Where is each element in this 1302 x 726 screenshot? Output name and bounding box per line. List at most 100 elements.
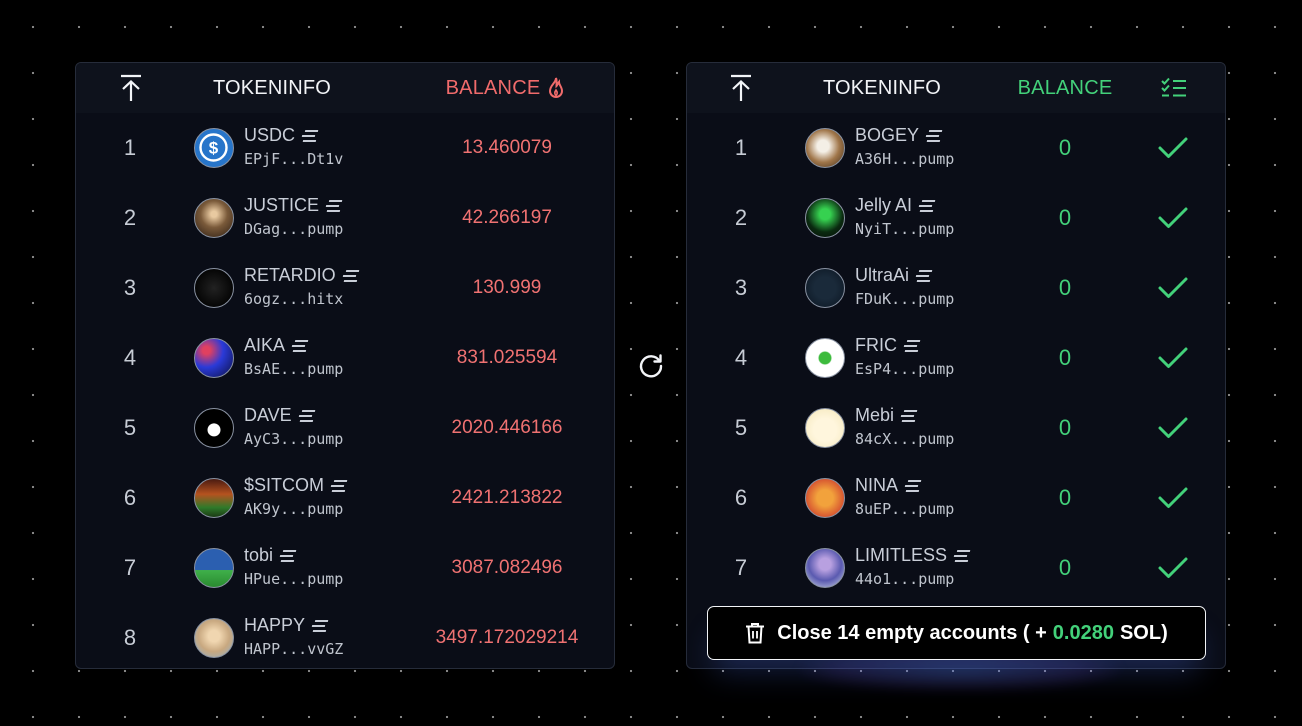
select-checkbox[interactable] — [1157, 133, 1189, 163]
token-balance: 130.999 — [472, 277, 542, 298]
token-address[interactable]: NyiT...pump — [855, 220, 954, 238]
token-name: BOGEY — [855, 125, 943, 146]
token-name-label: USDC — [244, 125, 296, 145]
token-address[interactable]: A36H...pump — [855, 150, 954, 168]
token-address[interactable]: AyC3...pump — [244, 430, 343, 448]
token-address[interactable]: 6ogz...hitx — [244, 290, 343, 308]
token-balance: 831.025594 — [456, 347, 558, 368]
token-avatar — [805, 408, 845, 448]
select-checkbox[interactable] — [1157, 343, 1189, 373]
token-avatar — [805, 198, 845, 238]
token-row[interactable]: 7 LIMITLESS 44o1...pump 0 — [687, 533, 1225, 603]
rank-number: 6 — [734, 485, 748, 510]
token-row[interactable]: 5 DAVE AyC3...pump 2020.446166 — [76, 393, 614, 463]
select-checkbox[interactable] — [1157, 553, 1189, 583]
solana-icon — [924, 129, 943, 142]
refresh-button[interactable] — [636, 351, 666, 381]
check-icon — [1158, 557, 1188, 578]
token-row[interactable]: 4 AIKA BsAE...pump 831.025594 — [76, 323, 614, 393]
solana-icon — [278, 549, 297, 562]
token-row[interactable]: 7 tobi HPue...pump 3087.082496 — [76, 533, 614, 603]
check-icon — [1158, 207, 1188, 228]
token-address[interactable]: 8uEP...pump — [855, 500, 954, 518]
rank-number: 1 — [734, 135, 748, 160]
token-row[interactable]: 2 JUSTICE DGag...pump 42.266197 — [76, 183, 614, 253]
token-name: USDC — [244, 125, 319, 146]
solana-icon — [899, 409, 918, 422]
balance-header-label: BALANCE — [445, 76, 541, 99]
token-balance: 0 — [1058, 415, 1072, 440]
token-balance: 42.266197 — [462, 207, 552, 228]
close-button-prefix: Close 14 empty accounts ( + — [777, 621, 1047, 644]
rank-number: 2 — [734, 205, 748, 230]
solana-icon — [903, 479, 922, 492]
select-all-button[interactable] — [1157, 63, 1191, 113]
token-row[interactable]: 1 $ USDC EPjF...Dt1v 13.460079 — [76, 113, 614, 183]
token-name: DAVE — [244, 405, 315, 426]
token-name-label: Jelly AI — [855, 195, 913, 215]
token-balance: 0 — [1058, 345, 1072, 370]
select-checkbox[interactable] — [1157, 483, 1189, 513]
arrow-up-to-top-icon — [731, 74, 751, 101]
token-balance: 2020.446166 — [451, 417, 563, 438]
token-avatar — [194, 268, 234, 308]
rank-number: 2 — [123, 205, 137, 230]
sort-to-top-button[interactable] — [724, 63, 758, 113]
token-row[interactable]: 8 HAPPY HAPP...vvGZ 3497.172029214 — [76, 603, 614, 668]
token-row[interactable]: 3 UltraAi FDuK...pump 0 — [687, 253, 1225, 323]
checklist-icon — [1161, 77, 1186, 97]
balance-header: BALANCE — [1017, 76, 1113, 99]
balance-sort-header[interactable]: BALANCE — [436, 63, 576, 113]
table-header: TOKENINFO BALANCE — [76, 63, 614, 113]
token-avatar — [194, 198, 234, 238]
tokeninfo-header: TOKENINFO — [822, 76, 942, 99]
token-name: Mebi — [855, 405, 918, 426]
rank-number: 7 — [734, 555, 748, 580]
arrow-up-to-top-icon — [121, 74, 141, 101]
token-name: Jelly AI — [855, 195, 936, 216]
token-name-label: NINA — [855, 475, 899, 495]
token-address[interactable]: DGag...pump — [244, 220, 343, 238]
solana-icon — [341, 269, 359, 282]
token-address[interactable]: 44o1...pump — [855, 570, 954, 588]
token-avatar — [805, 548, 845, 588]
token-row[interactable]: 4 FRIC EsP4...pump 0 — [687, 323, 1225, 393]
token-row[interactable]: 6 NINA 8uEP...pump 0 — [687, 463, 1225, 533]
token-avatar — [805, 338, 845, 378]
token-balance-panel: TOKENINFO BALANCE 1 $ USDC EPjF...Dt1v 13.46… — [75, 62, 615, 669]
select-checkbox[interactable] — [1157, 413, 1189, 443]
token-row[interactable]: 6 $SITCOM AK9y...pump 2421.213822 — [76, 463, 614, 533]
token-name: $SITCOM — [244, 475, 348, 496]
token-row[interactable]: 2 Jelly AI NyiT...pump 0 — [687, 183, 1225, 253]
token-name-label: RETARDIO — [244, 265, 336, 285]
token-address[interactable]: EPjF...Dt1v — [244, 150, 343, 168]
select-checkbox[interactable] — [1157, 273, 1189, 303]
svg-text:$: $ — [209, 139, 219, 158]
token-avatar: $ — [194, 128, 234, 168]
token-address[interactable]: 84cX...pump — [855, 430, 954, 448]
token-address[interactable]: FDuK...pump — [855, 290, 954, 308]
token-row[interactable]: 1 BOGEY A36H...pump 0 — [687, 113, 1225, 183]
token-name-label: UltraAi — [855, 265, 910, 285]
token-address[interactable]: BsAE...pump — [244, 360, 343, 378]
token-name-label: LIMITLESS — [855, 545, 948, 565]
close-empty-accounts-button[interactable]: Close 14 empty accounts ( + 0.0280 SOL) — [707, 606, 1206, 660]
rank-number: 6 — [123, 485, 137, 510]
rank-number: 4 — [123, 345, 137, 370]
rank-number: 8 — [123, 625, 137, 650]
token-avatar — [805, 268, 845, 308]
rank-number: 3 — [734, 275, 748, 300]
token-address[interactable]: HAPP...vvGZ — [244, 640, 343, 658]
usdc-logo-icon: $ — [199, 133, 228, 162]
token-address[interactable]: AK9y...pump — [244, 500, 343, 518]
sort-to-top-button[interactable] — [114, 63, 148, 113]
token-row[interactable]: 3 RETARDIO 6ogz...hitx 130.999 — [76, 253, 614, 323]
rank-number: 7 — [123, 555, 137, 580]
token-address[interactable]: HPue...pump — [244, 570, 343, 588]
select-checkbox[interactable] — [1157, 203, 1189, 233]
token-address[interactable]: EsP4...pump — [855, 360, 954, 378]
token-name: UltraAi — [855, 265, 933, 286]
solana-icon — [917, 199, 936, 212]
token-row[interactable]: 5 Mebi 84cX...pump 0 — [687, 393, 1225, 463]
check-icon — [1158, 417, 1188, 438]
